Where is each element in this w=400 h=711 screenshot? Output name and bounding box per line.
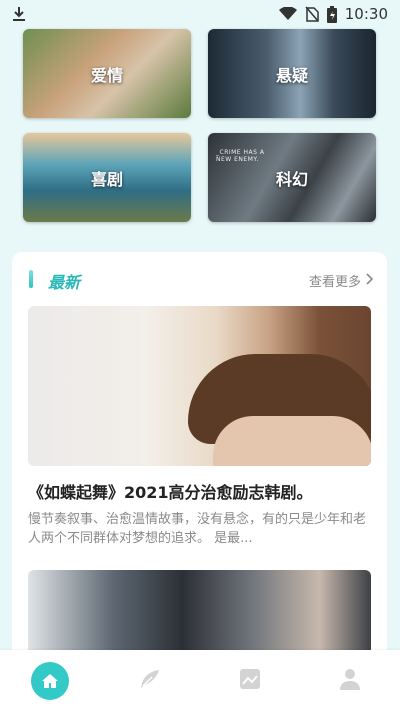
face-shape bbox=[213, 416, 371, 466]
image-icon bbox=[238, 667, 262, 695]
discover-icon bbox=[138, 667, 162, 695]
status-bar: 10:30 bbox=[0, 0, 400, 28]
category-label: 科幻 bbox=[275, 169, 308, 189]
category-scifi-card[interactable]: _CRIME HAS A NEW ENEMY. 科幻 bbox=[208, 133, 376, 222]
article-thumbnail[interactable] bbox=[28, 570, 371, 652]
battery-icon bbox=[326, 5, 337, 23]
wifi-icon bbox=[278, 7, 297, 21]
article-title[interactable]: 《如蝶起舞》2021高分治愈励志韩剧。 bbox=[28, 479, 373, 503]
category-suspense-card[interactable]: 悬疑 bbox=[208, 29, 376, 118]
article-image bbox=[28, 570, 371, 652]
tab-image[interactable] bbox=[220, 659, 280, 703]
no-sim-icon bbox=[305, 6, 319, 22]
see-more-label: 查看更多 bbox=[308, 275, 361, 290]
latest-header: 最新 查看更多 bbox=[12, 252, 387, 306]
tab-discover[interactable] bbox=[120, 659, 180, 703]
status-right: 10:30 bbox=[278, 5, 388, 23]
latest-section: 最新 查看更多 《如蝶起舞》2021高分治愈励志韩剧。 慢节奏叙事、治愈温情故事… bbox=[12, 252, 387, 652]
category-label: 悬疑 bbox=[275, 65, 308, 85]
see-more-link[interactable]: 查看更多 bbox=[308, 271, 374, 290]
section-title: 最新 bbox=[48, 273, 81, 292]
chevron-right-icon bbox=[365, 272, 374, 289]
category-label: 喜剧 bbox=[90, 169, 123, 189]
category-romance-card[interactable]: 爱情 bbox=[23, 29, 191, 118]
tab-home[interactable] bbox=[20, 659, 80, 703]
download-icon bbox=[12, 6, 26, 22]
section-accent-bar bbox=[29, 270, 33, 288]
category-label: 爱情 bbox=[90, 65, 123, 85]
bottom-tab-bar bbox=[0, 650, 400, 711]
profile-icon bbox=[338, 667, 362, 695]
home-icon bbox=[31, 661, 69, 700]
article-description: 慢节奏叙事、治愈温情故事，没有悬念，有的只是少年和老人两个不同群体对梦想的追求。… bbox=[28, 512, 367, 546]
category-comedy-card[interactable]: 喜剧 bbox=[23, 133, 191, 222]
article-thumbnail[interactable] bbox=[28, 306, 371, 466]
tab-profile[interactable] bbox=[320, 659, 380, 703]
status-time: 10:30 bbox=[344, 5, 388, 23]
poster-tagline: _CRIME HAS A NEW ENEMY. bbox=[216, 149, 265, 163]
